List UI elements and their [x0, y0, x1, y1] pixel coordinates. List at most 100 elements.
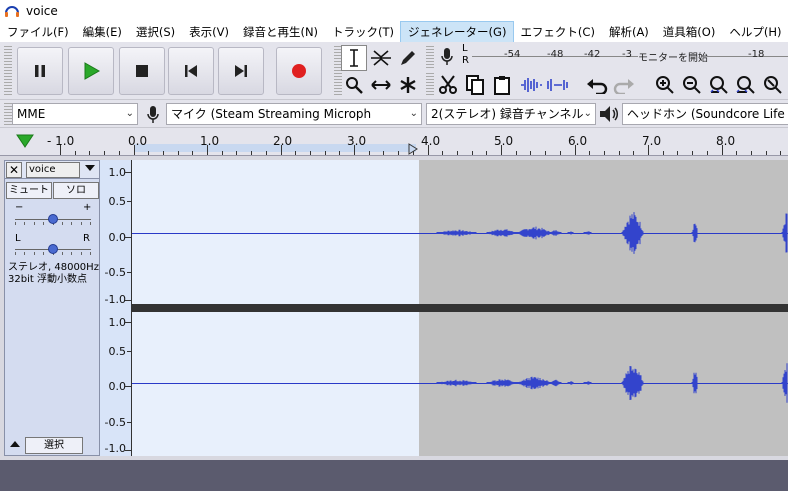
ruler-tick	[89, 151, 91, 155]
recording-channels-select[interactable]: 2(ステレオ) 録音チャンネル ⌄	[426, 103, 596, 125]
zoom-out-button[interactable]	[679, 72, 705, 98]
speaker-icon	[600, 106, 619, 122]
copy-button[interactable]	[462, 72, 488, 98]
amp-tick	[127, 422, 131, 423]
zoom-toggle-button[interactable]	[760, 72, 786, 98]
play-head-icon[interactable]	[16, 134, 34, 148]
gain-slider-thumb[interactable]	[48, 214, 58, 224]
toolbar-grip[interactable]	[426, 73, 434, 95]
menu-tools[interactable]: 道具箱(O)	[656, 22, 723, 42]
ruler-tick	[221, 151, 223, 155]
amp-tick	[127, 201, 131, 202]
ruler-tick	[398, 151, 400, 155]
slider-tick	[62, 252, 63, 255]
menu-analyze[interactable]: 解析(A)	[602, 22, 656, 42]
playback-device-select[interactable]: ヘッドホン (Soundcore Life P2 S	[622, 103, 788, 125]
stop-button[interactable]	[119, 47, 165, 95]
redo-icon	[613, 79, 634, 94]
fit-selection-button[interactable]	[706, 72, 732, 98]
menu-tracks[interactable]: トラック(T)	[325, 22, 401, 42]
menu-select[interactable]: 選択(S)	[129, 22, 182, 42]
time-label: 6.0	[568, 134, 588, 148]
menu-edit[interactable]: 編集(E)	[76, 22, 129, 42]
menu-help[interactable]: ヘルプ(H)	[722, 22, 788, 42]
ruler-tick	[442, 151, 444, 155]
record-button[interactable]	[276, 47, 322, 95]
ruler-tick	[177, 151, 179, 155]
timeshift-tool-button[interactable]	[368, 72, 394, 98]
zoom-out-icon	[683, 76, 701, 94]
fit-project-button[interactable]	[733, 72, 759, 98]
solo-button[interactable]: ソロ	[53, 182, 99, 199]
ruler-tick	[486, 151, 488, 155]
undo-button[interactable]	[584, 72, 610, 98]
envelope-tool-button[interactable]	[368, 45, 394, 71]
toolbar-grip[interactable]	[4, 46, 12, 96]
multi-tool-button[interactable]	[395, 72, 421, 98]
menu-transport[interactable]: 録音と再生(N)	[236, 22, 325, 42]
slider-tick	[71, 222, 73, 225]
clipboard-icon	[494, 76, 510, 95]
selection-tool-button[interactable]	[341, 45, 367, 71]
waveform-right-channel[interactable]	[132, 312, 788, 456]
zoom-toggle-icon	[764, 76, 782, 94]
redo-button[interactable]	[611, 72, 637, 98]
time-label: 8.0	[716, 134, 736, 148]
record-meter-button[interactable]	[434, 44, 460, 70]
track-name-menu[interactable]: voice	[26, 162, 80, 178]
skip-to-end-icon	[235, 65, 247, 77]
track-menu-chevron-icon[interactable]	[84, 163, 96, 176]
audio-waveform-path	[436, 363, 788, 403]
toolbar-grip[interactable]	[426, 46, 434, 68]
stop-icon	[136, 65, 148, 77]
ruler-tick	[60, 145, 61, 155]
menu-view[interactable]: 表示(V)	[182, 22, 236, 42]
amp-label: -0.5	[104, 416, 126, 429]
host-select[interactable]: MME ⌄	[12, 103, 138, 125]
ruler-tick	[545, 151, 547, 155]
draw-tool-button[interactable]	[395, 45, 421, 71]
skip-end-button[interactable]	[218, 47, 264, 95]
pan-slider-thumb[interactable]	[48, 244, 58, 254]
ruler-tick	[750, 151, 752, 155]
gain-min-label: −	[15, 202, 24, 213]
monitor-label[interactable]: モニターを開始	[638, 49, 708, 64]
mute-button[interactable]: ミュート	[6, 182, 52, 199]
skip-start-button[interactable]	[168, 47, 214, 95]
track-format-line: ステレオ, 48000Hz	[8, 262, 99, 273]
select-track-button[interactable]: 選択	[25, 437, 83, 454]
record-meter[interactable]: L R -54 -48 -42 -3 モニターを開始 -18	[462, 43, 788, 70]
collapse-icon[interactable]	[9, 439, 21, 452]
ruler-tick	[309, 151, 311, 155]
ruler-tick	[603, 151, 605, 155]
empty-track-space[interactable]	[0, 460, 788, 491]
toolbar-grip[interactable]	[4, 103, 12, 125]
waveform-left-channel[interactable]	[132, 160, 788, 304]
play-icon	[84, 62, 100, 80]
timeline-ruler[interactable]: - 1.0 0.0 1.0 2.0 3.0 4.0 5.0 6.0 7.0 8.…	[0, 128, 788, 156]
trim-audio-icon	[521, 78, 542, 92]
recording-device-select[interactable]: マイク (Steam Streaming Microph ⌄	[166, 103, 422, 125]
ruler-tick	[192, 151, 194, 155]
zoom-in-button[interactable]	[652, 72, 678, 98]
selection-end-marker-icon[interactable]	[408, 143, 418, 155]
ruler-tick	[354, 145, 355, 155]
zoom-tool-button[interactable]	[341, 72, 367, 98]
playback-device-value: ヘッドホン (Soundcore Life P2 S	[627, 107, 788, 121]
host-value: MME	[17, 107, 46, 121]
pause-button[interactable]	[17, 47, 63, 95]
silence-button[interactable]	[545, 72, 571, 98]
copy-icon	[466, 75, 484, 95]
paste-button[interactable]	[489, 72, 515, 98]
trim-button[interactable]	[518, 72, 544, 98]
menu-generate[interactable]: ジェネレーター(G)	[400, 21, 515, 43]
menu-effect[interactable]: エフェクト(C)	[513, 22, 602, 42]
close-icon[interactable]: ✕	[6, 162, 22, 178]
play-button[interactable]	[68, 47, 114, 95]
cut-button[interactable]	[435, 72, 461, 98]
window-title: voice	[26, 4, 58, 18]
slider-tick	[24, 252, 26, 255]
menu-file[interactable]: ファイル(F)	[0, 22, 76, 42]
channel-divider[interactable]	[132, 304, 788, 312]
ruler-tick	[530, 151, 532, 155]
